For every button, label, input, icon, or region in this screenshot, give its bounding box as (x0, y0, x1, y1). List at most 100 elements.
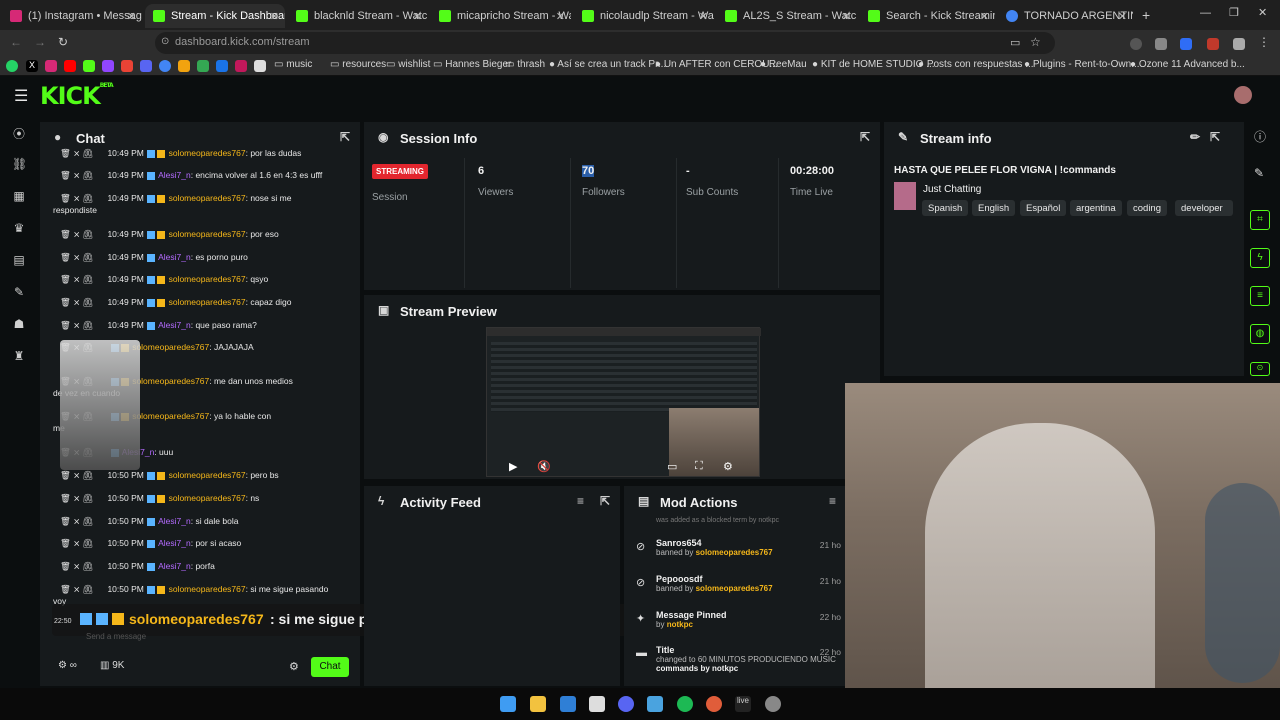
bookmark-app-icon[interactable] (235, 60, 247, 72)
delete-icon[interactable]: 🗑 (60, 170, 73, 180)
bookmark-kit[interactable]: ● KIT de HOME STUDIO ... (812, 59, 935, 70)
message-username[interactable]: solomeoparedes767 (169, 193, 246, 203)
spotify-icon[interactable] (677, 696, 693, 712)
bookmark-ozone[interactable]: ● Ozone 11 Advanced b... (1130, 59, 1245, 70)
timeout-icon[interactable]: ⏲ (83, 538, 94, 548)
ban-icon[interactable]: ⨯ (73, 470, 82, 480)
filter-icon[interactable]: ≡ (577, 494, 584, 508)
moderation-icon[interactable]: ♜ (12, 349, 26, 363)
delete-icon[interactable]: 🗑 (60, 561, 73, 571)
timeout-icon[interactable]: ⏲ (83, 274, 94, 284)
close-icon[interactable]: ✕ (270, 10, 279, 23)
popout-icon[interactable]: ⇱ (340, 130, 350, 144)
close-icon[interactable]: ✕ (842, 10, 851, 23)
message-username[interactable]: Alesi7_n (158, 538, 191, 548)
analytics-icon[interactable]: ▦ (12, 189, 26, 203)
play-icon[interactable]: ▶ (509, 460, 517, 473)
popout-icon[interactable]: ⇱ (860, 130, 870, 144)
bookmark-app-icon[interactable] (254, 60, 266, 72)
timeout-icon[interactable]: ⏲ (83, 516, 94, 526)
message-username[interactable]: Alesi7_n (158, 170, 191, 180)
avatar[interactable] (1234, 86, 1252, 104)
close-icon[interactable]: ✕ (556, 10, 565, 23)
message-username[interactable]: Alesi7_n (158, 320, 191, 330)
live-app-icon[interactable]: live (735, 696, 751, 712)
link-icon[interactable]: ⛓ (12, 157, 27, 171)
filter-icon[interactable]: ≡ (829, 494, 836, 508)
close-icon[interactable]: ✕ (1118, 10, 1127, 23)
video-icon[interactable]: ▤ (12, 253, 26, 267)
lightning-icon[interactable]: ϟ (1250, 248, 1270, 268)
message-username[interactable]: solomeoparedes767 (169, 148, 246, 158)
message-username[interactable]: Alesi7_n (158, 252, 191, 262)
sheets-icon[interactable] (197, 60, 209, 72)
ban-icon[interactable]: ⨯ (73, 252, 82, 262)
notes-icon[interactable]: ≡ (1250, 286, 1270, 306)
info-icon[interactable]: ⓘ (1254, 128, 1266, 145)
tab-nicolaudlp[interactable]: nicolaudlp Stream - Watch Li✕ (574, 4, 714, 28)
delete-icon[interactable]: 🗑 (60, 193, 73, 203)
message-username[interactable]: solomeoparedes767 (169, 493, 246, 503)
instagram-icon[interactable] (45, 60, 57, 72)
app-icon[interactable] (589, 696, 605, 712)
menu-kebab-icon[interactable]: ⋮ (1258, 35, 1270, 49)
delete-icon[interactable]: 🗑 (60, 493, 73, 503)
message-username[interactable]: solomeoparedes767 (132, 411, 209, 421)
tag-english[interactable]: English (972, 200, 1016, 216)
timeout-icon[interactable]: ⏲ (83, 320, 94, 330)
message-username[interactable]: Alesi7_n (158, 561, 191, 571)
delete-icon[interactable]: 🗑 (60, 516, 73, 526)
bookmark-resources[interactable]: ▭ resources (330, 59, 386, 70)
pip-icon[interactable]: ▭ (667, 460, 677, 473)
bookmark-hannes[interactable]: ▭ Hannes Bieger (433, 59, 511, 70)
ban-icon[interactable]: ⨯ (73, 297, 82, 307)
windows-start-icon[interactable] (500, 696, 516, 712)
extension-icon[interactable] (1155, 38, 1167, 50)
message-username[interactable]: solomeoparedes767 (169, 584, 246, 594)
hamburger-menu-icon[interactable]: ☰ (14, 86, 28, 106)
kick-logo[interactable]: KICKBETA (40, 82, 114, 110)
bookmark-wishlist[interactable]: ▭ wishlist (386, 59, 430, 70)
youtube-icon[interactable] (64, 60, 76, 72)
delete-icon[interactable]: 🗑 (60, 470, 73, 480)
delete-icon[interactable]: 🗑 (60, 584, 73, 594)
delete-icon[interactable]: 🗑 (60, 229, 73, 239)
ban-icon[interactable]: ⨯ (73, 584, 82, 594)
tab-tornado[interactable]: TORNADO ARGENTINA 2012✕ (998, 4, 1133, 28)
ban-icon[interactable]: ⨯ (73, 148, 82, 158)
tab-search-kick[interactable]: Search - Kick Streaming ✕ (860, 4, 995, 28)
url-field[interactable]: ⊙ dashboard.kick.com/stream (155, 32, 1055, 54)
timeout-icon[interactable]: ⏲ (83, 470, 94, 480)
bookmark-thrash[interactable]: ▭ thrash (505, 59, 545, 70)
clip-icon[interactable]: ⌗ (1250, 210, 1270, 230)
bookmark-posts[interactable]: ● Posts con respuestas ... (918, 59, 1034, 70)
bookmark-reemau[interactable]: ● ReeMau (760, 59, 807, 70)
chat-icon[interactable]: ◍ (1250, 324, 1270, 344)
site-info-icon[interactable]: ⊙ (161, 36, 169, 47)
browser-icon[interactable] (706, 696, 722, 712)
telegram-icon[interactable] (647, 696, 663, 712)
message-username[interactable]: solomeoparedes767 (132, 342, 209, 352)
broadcast-icon[interactable]: ⊙ (1250, 362, 1270, 376)
tab-micapricho[interactable]: micapricho Stream - Wat ✕ (431, 4, 571, 28)
close-icon[interactable]: ✕ (699, 10, 708, 23)
ban-icon[interactable]: ⨯ (73, 516, 82, 526)
delete-icon[interactable]: 🗑 (60, 148, 73, 158)
users-icon[interactable]: ⚙ ∞ (58, 660, 77, 671)
timeout-icon[interactable]: ⏲ (83, 493, 94, 503)
message-username[interactable]: solomeoparedes767 (169, 470, 246, 480)
minimize-icon[interactable]: — (1200, 7, 1211, 19)
discord-icon[interactable] (140, 60, 152, 72)
message-username[interactable]: solomeoparedes767 (169, 297, 246, 307)
tag-coding[interactable]: coding (1127, 200, 1167, 216)
mute-icon[interactable]: 🔇 (537, 460, 551, 473)
message-username[interactable]: solomeoparedes767 (169, 229, 246, 239)
ban-icon[interactable]: ⨯ (73, 229, 82, 239)
timeout-icon[interactable]: ⏲ (83, 193, 94, 203)
obs-icon[interactable] (765, 696, 781, 712)
ban-icon[interactable]: ⨯ (73, 274, 82, 284)
edit-icon[interactable]: ✏ (1190, 130, 1200, 144)
chat-send-button[interactable]: Chat (311, 657, 349, 677)
kick-icon[interactable] (83, 60, 95, 72)
whatsapp-icon[interactable] (6, 60, 18, 72)
